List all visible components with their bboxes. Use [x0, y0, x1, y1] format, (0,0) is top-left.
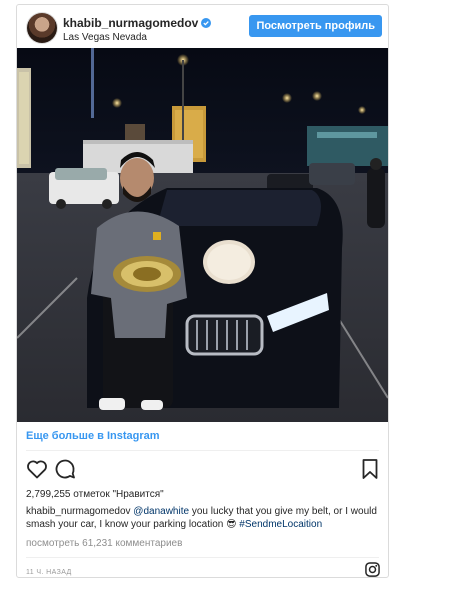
divider: [26, 557, 379, 558]
post-timestamp: 11 Ч. НАЗАД: [26, 569, 72, 576]
username[interactable]: khabib_nurmagomedov: [63, 16, 198, 30]
bookmark-icon[interactable]: [358, 457, 382, 481]
instagram-embed-card: khabib_nurmagomedov Las Vegas Nevada Пос…: [16, 4, 389, 578]
view-profile-button[interactable]: Посмотреть профиль: [249, 15, 382, 37]
heart-icon[interactable]: [25, 457, 49, 481]
avatar[interactable]: [27, 13, 57, 43]
likes-count[interactable]: 2,799,255 отметок "Нравится": [26, 489, 164, 500]
comment-icon[interactable]: [53, 457, 77, 481]
post-photo[interactable]: [17, 48, 388, 422]
view-comments-link[interactable]: посмотреть 61,231 комментариев: [26, 538, 182, 549]
caption: khabib_nurmagomedov @danawhite you lucky…: [26, 505, 382, 531]
caption-mention[interactable]: @danawhite: [133, 506, 189, 517]
username-row[interactable]: khabib_nurmagomedov: [63, 16, 212, 30]
action-bar: [17, 457, 388, 483]
location[interactable]: Las Vegas Nevada: [63, 32, 147, 43]
post-photo-image: [17, 48, 388, 422]
divider: [26, 450, 379, 451]
instagram-logo-icon[interactable]: [365, 562, 380, 577]
verified-badge-icon: [201, 18, 212, 28]
caption-username[interactable]: khabib_nurmagomedov: [26, 506, 131, 517]
caption-hashtag[interactable]: #SendmeLocaition: [239, 519, 322, 530]
more-on-instagram-link[interactable]: Еще больше в Instagram: [26, 430, 160, 442]
post-header: khabib_nurmagomedov Las Vegas Nevada Пос…: [17, 5, 388, 47]
